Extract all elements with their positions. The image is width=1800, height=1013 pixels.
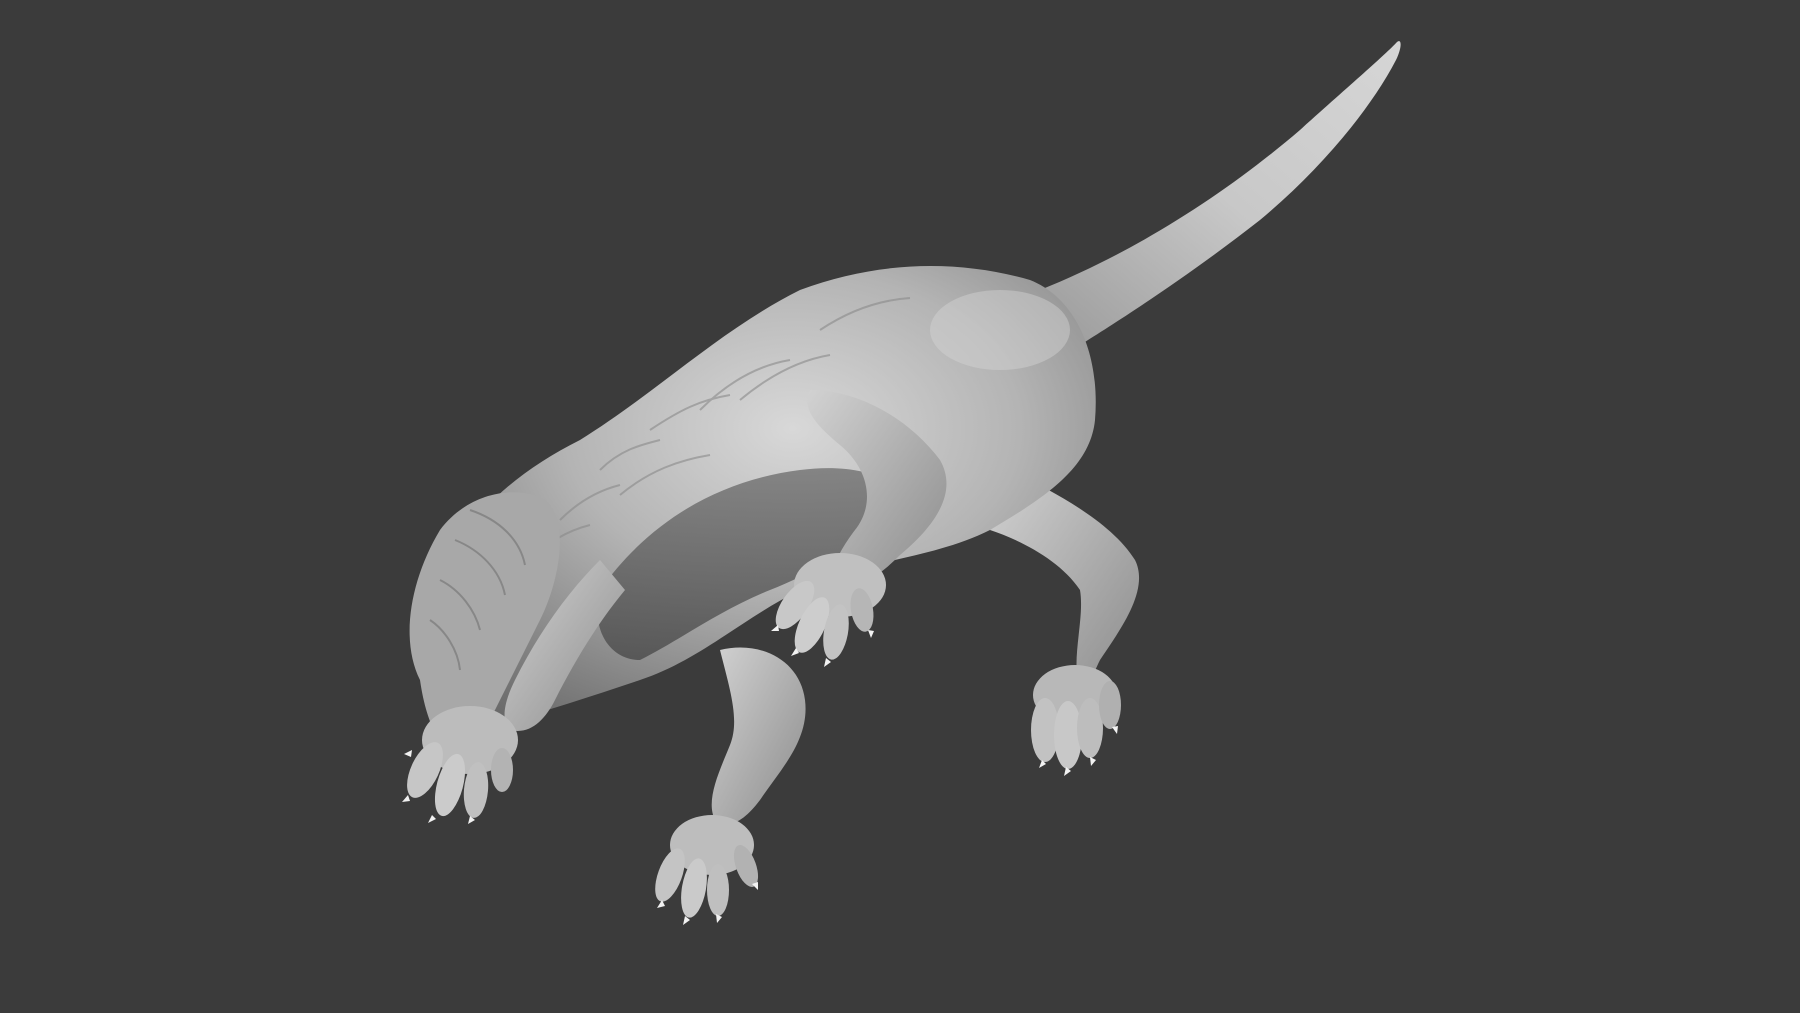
fore-foot-right [655, 815, 759, 925]
tail [1040, 41, 1401, 346]
hind-foot-right [1031, 665, 1121, 776]
rump-highlight [930, 290, 1070, 370]
fore-leg-right [711, 647, 806, 824]
sculpt-render [402, 41, 1401, 925]
fore-foot-left [402, 706, 518, 824]
sculpt-viewport[interactable] [0, 0, 1800, 1013]
